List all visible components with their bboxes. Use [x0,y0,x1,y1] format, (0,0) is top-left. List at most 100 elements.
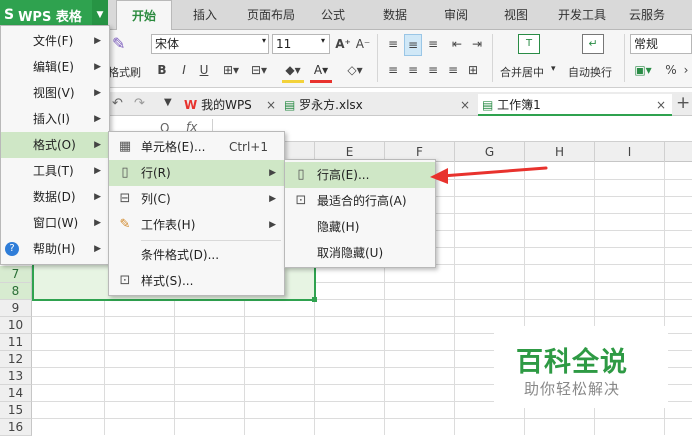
menu-item-column[interactable]: ⊟ 列(C) ▶ [109,186,284,212]
close-icon[interactable]: × [656,94,666,116]
tab-formulas[interactable]: 公式 [313,0,353,30]
menu-item-file[interactable]: 文件(F) ▶ [1,28,109,54]
menu-item-help[interactable]: ? 帮助(H) ▶ [1,236,109,262]
clear-format-icon[interactable]: ◇▾ [344,60,366,80]
column-header[interactable]: G [454,142,524,162]
font-color-icon[interactable]: A▾ [310,60,332,83]
chevron-down-icon[interactable]: ▼ [164,97,172,108]
wrap-text-icon[interactable]: ↵ [582,34,604,54]
tab-data[interactable]: 数据 [375,0,415,30]
menu-item-conditional-format[interactable]: 条件格式(D)... [109,242,284,268]
redo-icon[interactable]: ↷ [134,96,145,111]
chevron-right-icon: ▶ [94,192,101,202]
column-header[interactable] [664,142,692,162]
percent-button[interactable]: % [664,60,678,80]
watermark-title: 百科全说 [516,347,628,378]
menu-item-edit[interactable]: 编辑(E) ▶ [1,54,109,80]
align-right-icon[interactable]: ≡ [424,60,442,80]
number-format-select[interactable]: 常规 [630,34,692,54]
tab-view[interactable]: 视图 [496,0,536,30]
tab-home[interactable]: 开始 [116,0,172,30]
row-header[interactable]: 9 [0,300,32,317]
tab-review[interactable]: 审阅 [436,0,476,30]
fill-handle[interactable] [312,297,317,302]
menu-item-hide[interactable]: 隐藏(H) [285,214,435,240]
distributed-align-icon[interactable]: ⊞ [464,60,482,80]
row-header[interactable]: 14 [0,385,32,402]
row-header[interactable]: 10 [0,317,32,334]
menu-item-data[interactable]: 数据(D) ▶ [1,184,109,210]
menu-item-autofit-row[interactable]: ⊡ 最适合的行高(A) [285,188,435,214]
row-header[interactable]: 15 [0,402,32,419]
doc-tab-workbook1[interactable]: ▤ 工作簿1 × [478,94,672,116]
autofit-row-icon: ⊡ [295,193,307,208]
menu-item-row[interactable]: ▯ 行(R) ▶ [109,160,284,186]
tab-developer[interactable]: 开发工具 [552,0,612,30]
indent-decrease-icon[interactable]: ⇤ [448,34,466,54]
border-icon[interactable]: ⊞▾ [220,60,242,80]
align-top-icon[interactable]: ≡ [384,34,402,54]
currency-icon[interactable]: ▣▾ [632,60,654,80]
menu-item-format[interactable]: 格式(O) ▶ [1,132,109,158]
close-icon[interactable]: × [266,94,276,116]
menu-item-cell-format[interactable]: ▦ 单元格(E)... Ctrl+1 [109,134,284,160]
tab-cloud[interactable]: 云服务 [622,0,672,30]
menu-item-view[interactable]: 视图(V) ▶ [1,80,109,106]
menu-item-window[interactable]: 窗口(W) ▶ [1,210,109,236]
chevron-right-icon: ▶ [269,168,276,178]
wps-logo-icon: S [4,7,15,23]
menu-item-unhide[interactable]: 取消隐藏(U) [285,240,435,266]
menu-item-tools[interactable]: 工具(T) ▶ [1,158,109,184]
format-painter-icon[interactable]: ✎ [112,34,132,56]
column-header[interactable]: I [594,142,664,162]
grow-font-icon[interactable]: A⁺ [334,34,352,54]
shrink-font-icon[interactable]: A⁻ [354,34,372,54]
merge-center-label[interactable]: 合并居中 [500,64,544,80]
grid-line [32,418,692,419]
align-middle-icon[interactable]: ≡ [404,34,422,56]
row-header[interactable]: 8 [0,283,32,300]
align-bottom-icon[interactable]: ≡ [424,34,442,54]
doc-tab-my-wps[interactable]: W 我的WPS × [184,94,276,116]
justify-icon[interactable]: ≡ [444,60,462,80]
format-painter-label[interactable]: 格式刷 [108,64,141,80]
menu-item-insert[interactable]: 插入(I) ▶ [1,106,109,132]
align-center-icon[interactable]: ≡ [404,60,422,80]
row-header[interactable]: 12 [0,351,32,368]
italic-button[interactable]: I [176,60,192,80]
column-header[interactable]: H [524,142,594,162]
more-icon[interactable]: › [680,60,692,80]
new-tab-icon[interactable]: + [676,93,690,113]
sheet-icon: ▤ [284,98,296,112]
row-height-icon: ▯ [297,167,305,182]
close-icon[interactable]: × [460,94,470,116]
tab-insert[interactable]: 插入 [180,0,230,30]
chevron-down-icon[interactable]: ▾ [321,36,325,45]
wps-main-menu: 文件(F) ▶ 编辑(E) ▶ 视图(V) ▶ 插入(I) ▶ 格式(O) ▶ 工具(T)… [0,25,110,265]
row-header[interactable]: 16 [0,419,32,436]
menu-item-worksheet[interactable]: ✎ 工作表(H) ▶ [109,212,284,238]
bold-button[interactable]: B [154,60,170,80]
annotation-arrow [430,166,548,184]
divider [377,34,378,82]
chevron-down-icon[interactable]: ▾ [262,36,266,45]
doc-tab-xlsx[interactable]: ▤ 罗永方.xlsx × [284,94,474,116]
row-header[interactable]: 13 [0,368,32,385]
chevron-down-icon[interactable]: ▾ [551,64,556,74]
menu-item-row-height[interactable]: ▯ 行高(E)... [285,162,435,188]
row-header[interactable]: 11 [0,334,32,351]
tab-page-layout[interactable]: 页面布局 [237,0,305,30]
align-left-icon[interactable]: ≡ [384,60,402,80]
wrap-text-label[interactable]: 自动换行 [568,64,612,80]
chevron-right-icon: ▶ [269,194,276,204]
undo-icon[interactable]: ↶ [112,96,123,111]
font-name-select[interactable]: 宋体 [151,34,269,54]
indent-increase-icon[interactable]: ⇥ [468,34,486,54]
cell-fill-icon[interactable]: ⊟▾ [248,60,270,80]
fill-color-icon[interactable]: ◆▾ [282,60,304,83]
underline-button[interactable]: U [196,60,212,80]
merge-center-icon[interactable]: T [518,34,540,54]
menu-item-style[interactable]: ⊡ 样式(S)... [109,268,284,294]
row-header[interactable]: 7 [0,266,32,283]
sheet-icon: ▤ [482,98,494,112]
